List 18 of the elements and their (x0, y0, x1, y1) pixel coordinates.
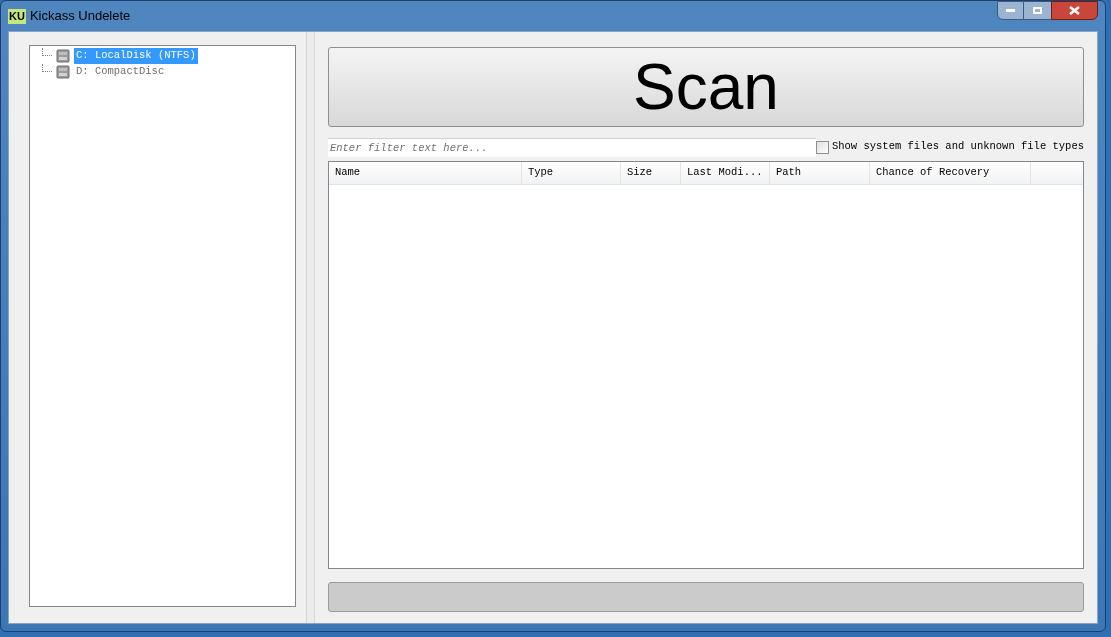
column-header[interactable]: Size (620, 162, 681, 184)
filter-field[interactable]: Enter filter text here... (327, 137, 816, 157)
maximize-button[interactable] (1024, 1, 1051, 20)
column-header[interactable]: Type (521, 162, 621, 184)
close-icon (1069, 6, 1080, 15)
app-logo: KU (8, 8, 26, 24)
drive-item[interactable]: D: CompactDisc (74, 64, 167, 80)
column-header[interactable]: Chance of Recovery (869, 162, 1031, 184)
column-header[interactable]: Name (328, 162, 522, 184)
checkbox-label: Show system files and unknown file types (831, 139, 1084, 155)
close-button[interactable] (1051, 1, 1098, 20)
drive-icon (56, 65, 70, 79)
minimize-button[interactable] (997, 1, 1024, 20)
drive-icon (56, 49, 70, 63)
column-header[interactable]: Path (769, 162, 870, 184)
column-header[interactable]: Last Modi... (680, 162, 770, 184)
window-title: Kickass Undelete (29, 7, 131, 26)
scan-button[interactable]: Scan (327, 47, 1084, 127)
